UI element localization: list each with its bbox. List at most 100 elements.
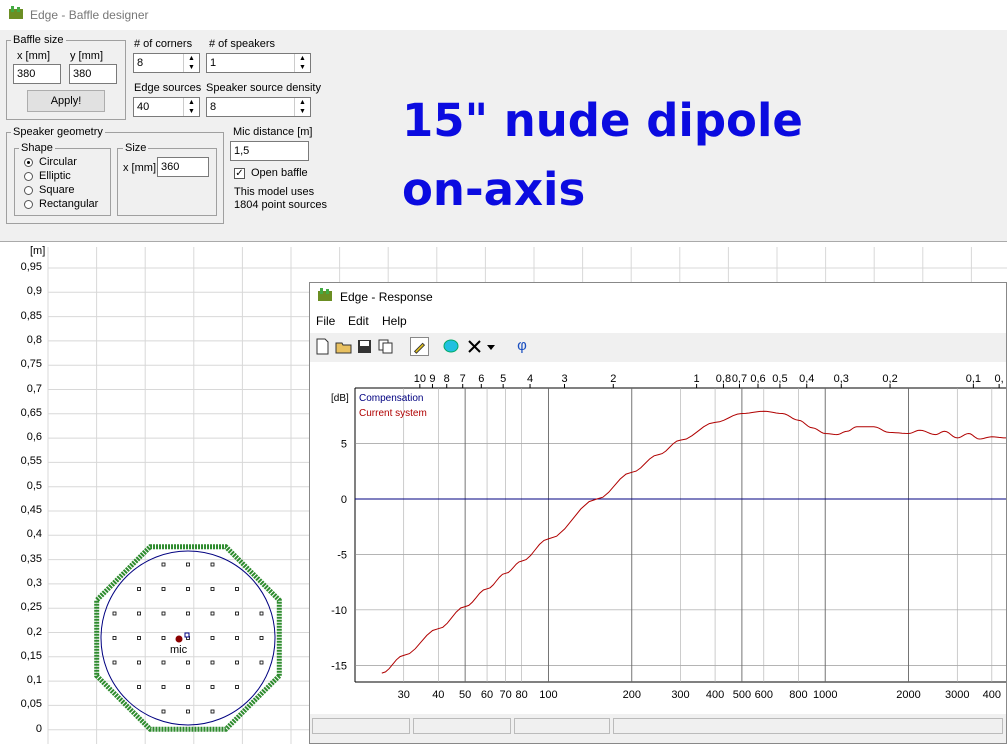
- x-tick-label: 300: [671, 689, 689, 701]
- point-source: [137, 660, 141, 665]
- corners-spin-buttons[interactable]: ▲ ▼: [183, 54, 199, 72]
- point-source: [186, 660, 190, 665]
- response-chart[interactable]: 50-5-10-1530 40 50 60 70 80 100 200 300 400 500 600…: [310, 362, 1006, 714]
- radio-rectangular[interactable]: [24, 200, 33, 209]
- apply-button[interactable]: Apply!: [27, 90, 105, 112]
- top-tick-label: 9: [429, 373, 435, 385]
- top-tick-label: 2: [610, 373, 616, 385]
- point-source: [161, 562, 166, 567]
- mic-marker: [175, 635, 183, 643]
- delete-icon[interactable]: [465, 337, 484, 356]
- top-tick-label: 0,8: [716, 373, 731, 385]
- top-tick-label: 0,1: [966, 373, 981, 385]
- source-density-spinner[interactable]: 8 ▲ ▼: [206, 97, 311, 117]
- baffle-y-input[interactable]: 380: [69, 64, 117, 84]
- pen-icon[interactable]: [410, 337, 429, 356]
- title-bar: Edge - Baffle designer: [0, 0, 1007, 30]
- speakers-value: 1: [210, 57, 217, 69]
- open-baffle-checkbox[interactable]: ✓: [234, 168, 245, 179]
- corners-spinner[interactable]: 8 ▲ ▼: [133, 53, 200, 73]
- open-icon[interactable]: [334, 337, 353, 356]
- status-bar: [310, 716, 1006, 736]
- shape-circular-label: Circular: [39, 156, 77, 168]
- open-baffle-label: Open baffle: [251, 167, 308, 179]
- x-tick-label: 80: [516, 689, 528, 701]
- baffle-size-label: Baffle size: [11, 34, 66, 46]
- point-source: [112, 611, 117, 616]
- corners-label: # of corners: [134, 38, 193, 50]
- source-density-value: 8: [210, 101, 217, 113]
- radio-square[interactable]: [24, 186, 33, 195]
- speaker-center-marker: [184, 632, 190, 638]
- layers-icon[interactable]: [442, 337, 461, 356]
- y-tick-label: -10: [331, 605, 347, 617]
- baffle-shape-drawing[interactable]: [0, 241, 320, 744]
- speakers-spinner[interactable]: 1 ▲ ▼: [206, 53, 311, 73]
- point-source: [210, 587, 215, 591]
- edge-sources-value: 40: [137, 101, 150, 113]
- point-source: [161, 611, 166, 616]
- x-tick-label: 800: [789, 689, 807, 701]
- save-icon[interactable]: [355, 337, 374, 356]
- point-source: [137, 611, 141, 616]
- mic-label: mic: [170, 644, 188, 656]
- point-source: [259, 636, 264, 640]
- point-source: [137, 685, 141, 689]
- speakers-spin-buttons[interactable]: ▲ ▼: [294, 54, 310, 72]
- point-source: [186, 587, 190, 591]
- point-source: [235, 611, 239, 616]
- series-current-system-line: [381, 410, 1006, 674]
- edge-sources-label: Edge sources: [134, 82, 202, 94]
- y-unit-label: [dB]: [331, 393, 349, 404]
- dropdown-icon[interactable]: [486, 342, 496, 352]
- menu-edit[interactable]: Edit: [348, 314, 369, 328]
- menu-bar: File Edit Help: [310, 311, 1006, 333]
- point-source: [235, 636, 239, 640]
- radio-elliptic[interactable]: [24, 172, 33, 181]
- point-source: [186, 562, 190, 567]
- response-window[interactable]: Edge - Response File Edit Help φ 5 0 -5 -10…: [309, 282, 1007, 744]
- shape-rectangular-label: Rectangular: [39, 198, 99, 210]
- status-pane-4: [613, 718, 1003, 734]
- radio-circular[interactable]: [24, 158, 33, 167]
- baffle-x-input[interactable]: 380: [13, 64, 61, 84]
- new-icon[interactable]: [313, 337, 332, 356]
- point-source: [186, 611, 190, 616]
- x-tick-label: 200: [623, 689, 641, 701]
- top-tick-label: 0,2: [882, 373, 897, 385]
- y-tick-label: 5: [341, 438, 347, 450]
- info-line-2: 1804 point sources: [234, 199, 327, 211]
- menu-help[interactable]: Help: [382, 314, 407, 328]
- menu-file[interactable]: File: [316, 314, 335, 328]
- overlay-title-line2: on-axis: [402, 163, 586, 216]
- overlay-title-line1: 15" nude dipole: [402, 94, 803, 147]
- x-tick-label: 500: [733, 689, 751, 701]
- x-tick-label: 40: [432, 689, 444, 701]
- point-source: [137, 587, 141, 591]
- baffle-y-label: y [mm]: [70, 50, 103, 62]
- status-pane-3: [514, 718, 610, 734]
- mic-distance-input[interactable]: 1,5: [230, 141, 309, 161]
- x-tick-label: 3000: [945, 689, 969, 701]
- edge-spin-buttons[interactable]: ▲ ▼: [183, 98, 199, 116]
- response-titlebar[interactable]: Edge - Response: [310, 283, 1006, 311]
- top-tick-label: 0,: [995, 373, 1004, 385]
- point-source: [186, 709, 190, 714]
- point-source: [259, 611, 264, 616]
- response-title: Edge - Response: [340, 290, 433, 304]
- toolbar: φ: [310, 333, 1006, 361]
- mic-distance-label: Mic distance [m]: [233, 126, 313, 138]
- point-source: [210, 660, 215, 665]
- density-spin-buttons[interactable]: ▲ ▼: [294, 98, 310, 116]
- window-title: Edge - Baffle designer: [30, 8, 149, 22]
- top-tick-label: 1: [694, 373, 700, 385]
- baffle-x-label: x [mm]: [17, 50, 50, 62]
- phase-icon[interactable]: φ: [512, 337, 532, 356]
- size-x-input[interactable]: 360: [157, 157, 209, 177]
- edge-sources-spinner[interactable]: 40 ▲ ▼: [133, 97, 200, 117]
- point-source: [112, 636, 117, 640]
- top-tick-label: 5: [500, 373, 506, 385]
- copy-icon[interactable]: [376, 337, 395, 356]
- status-pane-2: [413, 718, 511, 734]
- point-source: [210, 611, 215, 616]
